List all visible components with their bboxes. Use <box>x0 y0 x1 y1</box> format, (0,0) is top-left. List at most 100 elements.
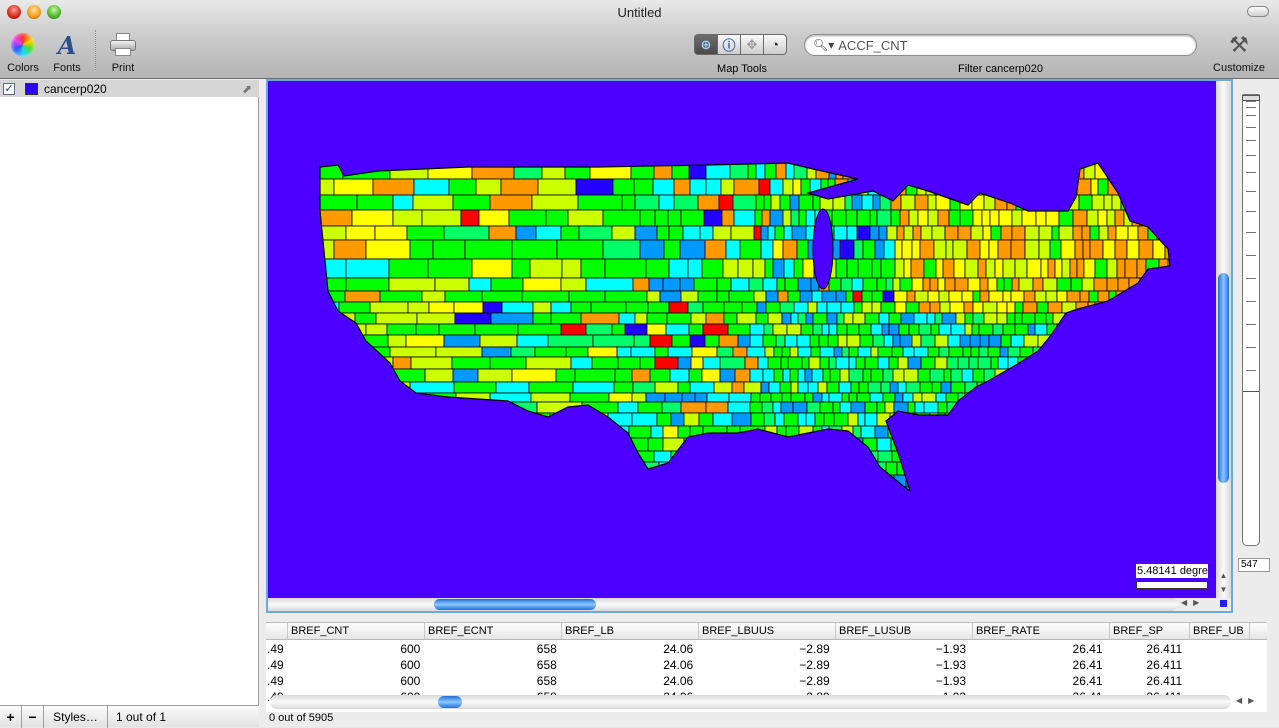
county-polygon[interactable] <box>437 425 474 439</box>
county-polygon[interactable] <box>897 381 907 394</box>
county-polygon[interactable] <box>1144 437 1159 452</box>
county-polygon[interactable] <box>388 258 429 279</box>
county-polygon[interactable] <box>647 301 670 314</box>
county-polygon[interactable] <box>1140 194 1154 211</box>
column-header[interactable]: BREF_RATE <box>973 623 1110 639</box>
county-polygon[interactable] <box>432 239 466 260</box>
county-polygon[interactable] <box>1066 290 1081 303</box>
county-polygon[interactable] <box>1111 368 1121 383</box>
county-polygon[interactable] <box>864 401 878 414</box>
county-polygon[interactable] <box>550 301 572 314</box>
county-polygon[interactable] <box>1066 334 1077 348</box>
county-polygon[interactable] <box>959 334 971 348</box>
county-polygon[interactable] <box>1142 450 1155 463</box>
county-polygon[interactable] <box>316 194 358 211</box>
county-polygon[interactable] <box>953 474 963 488</box>
county-polygon[interactable] <box>490 277 524 292</box>
county-polygon[interactable] <box>1161 392 1171 403</box>
county-polygon[interactable] <box>1106 277 1119 292</box>
add-layer-button[interactable]: + <box>0 705 22 728</box>
county-polygon[interactable] <box>639 356 656 370</box>
county-polygon[interactable] <box>760 381 770 394</box>
county-polygon[interactable] <box>752 258 766 279</box>
county-polygon[interactable] <box>790 312 799 325</box>
county-polygon[interactable] <box>797 346 812 358</box>
county-polygon[interactable] <box>862 239 876 260</box>
county-polygon[interactable] <box>845 290 854 303</box>
county-polygon[interactable] <box>354 312 377 325</box>
county-polygon[interactable] <box>316 301 340 314</box>
county-polygon[interactable] <box>333 239 367 260</box>
county-polygon[interactable] <box>821 425 830 439</box>
county-polygon[interactable] <box>962 346 972 358</box>
county-polygon[interactable] <box>841 392 850 403</box>
county-polygon[interactable] <box>852 474 862 488</box>
county-polygon[interactable] <box>1157 301 1168 314</box>
county-polygon[interactable] <box>1003 486 1017 496</box>
county-polygon[interactable] <box>921 392 937 403</box>
county-polygon[interactable] <box>1076 178 1092 196</box>
county-polygon[interactable] <box>1038 239 1051 260</box>
county-polygon[interactable] <box>390 425 420 439</box>
county-polygon[interactable] <box>1045 312 1054 325</box>
county-polygon[interactable] <box>814 412 825 427</box>
county-polygon[interactable] <box>978 346 989 358</box>
county-polygon[interactable] <box>894 301 907 314</box>
county-polygon[interactable] <box>1155 346 1169 358</box>
county-polygon[interactable] <box>1175 259 1189 278</box>
county-polygon[interactable] <box>791 225 807 241</box>
county-polygon[interactable] <box>768 437 784 452</box>
county-polygon[interactable] <box>905 301 920 314</box>
county-polygon[interactable] <box>762 277 778 292</box>
county-polygon[interactable] <box>337 450 376 463</box>
county-polygon[interactable] <box>959 161 972 180</box>
county-polygon[interactable] <box>784 334 798 348</box>
county-polygon[interactable] <box>1023 194 1035 211</box>
county-polygon[interactable] <box>316 381 338 394</box>
county-polygon[interactable] <box>987 346 1001 358</box>
county-polygon[interactable] <box>943 178 957 196</box>
county-polygon[interactable] <box>716 346 734 358</box>
county-polygon[interactable] <box>1001 425 1012 439</box>
county-polygon[interactable] <box>792 496 799 508</box>
county-polygon[interactable] <box>451 356 491 370</box>
county-polygon[interactable] <box>611 486 630 496</box>
county-polygon[interactable] <box>316 178 335 196</box>
county-polygon[interactable] <box>937 401 948 414</box>
county-polygon[interactable] <box>772 323 788 336</box>
county-polygon[interactable] <box>767 356 782 370</box>
county-polygon[interactable] <box>632 381 656 394</box>
county-polygon[interactable] <box>1045 209 1060 227</box>
county-polygon[interactable] <box>843 312 854 325</box>
county-polygon[interactable] <box>796 450 808 463</box>
county-polygon[interactable] <box>841 346 850 358</box>
county-polygon[interactable] <box>381 392 427 403</box>
county-polygon[interactable] <box>1107 225 1117 241</box>
county-polygon[interactable] <box>966 450 980 463</box>
county-polygon[interactable] <box>1144 461 1157 476</box>
county-polygon[interactable] <box>983 312 998 325</box>
county-polygon[interactable] <box>1018 277 1034 292</box>
county-polygon[interactable] <box>871 290 884 303</box>
county-polygon[interactable] <box>531 194 579 211</box>
county-polygon[interactable] <box>1065 474 1074 488</box>
county-polygon[interactable] <box>831 209 847 227</box>
county-polygon[interactable] <box>687 301 704 314</box>
county-polygon[interactable] <box>855 356 866 370</box>
county-polygon[interactable] <box>719 356 746 370</box>
county-polygon[interactable] <box>967 178 978 196</box>
county-polygon[interactable] <box>1156 323 1168 336</box>
county-polygon[interactable] <box>795 437 808 452</box>
county-polygon[interactable] <box>949 194 961 211</box>
county-polygon[interactable] <box>1042 381 1058 394</box>
county-polygon[interactable] <box>1016 368 1030 383</box>
county-polygon[interactable] <box>1082 412 1095 427</box>
county-polygon[interactable] <box>1080 425 1094 439</box>
county-polygon[interactable] <box>1070 461 1084 476</box>
county-polygon[interactable] <box>1064 312 1074 325</box>
county-polygon[interactable] <box>914 194 929 211</box>
colors-button[interactable]: Colors <box>4 30 42 74</box>
county-polygon[interactable] <box>1097 178 1109 196</box>
county-polygon[interactable] <box>718 334 739 348</box>
county-polygon[interactable] <box>471 258 513 279</box>
